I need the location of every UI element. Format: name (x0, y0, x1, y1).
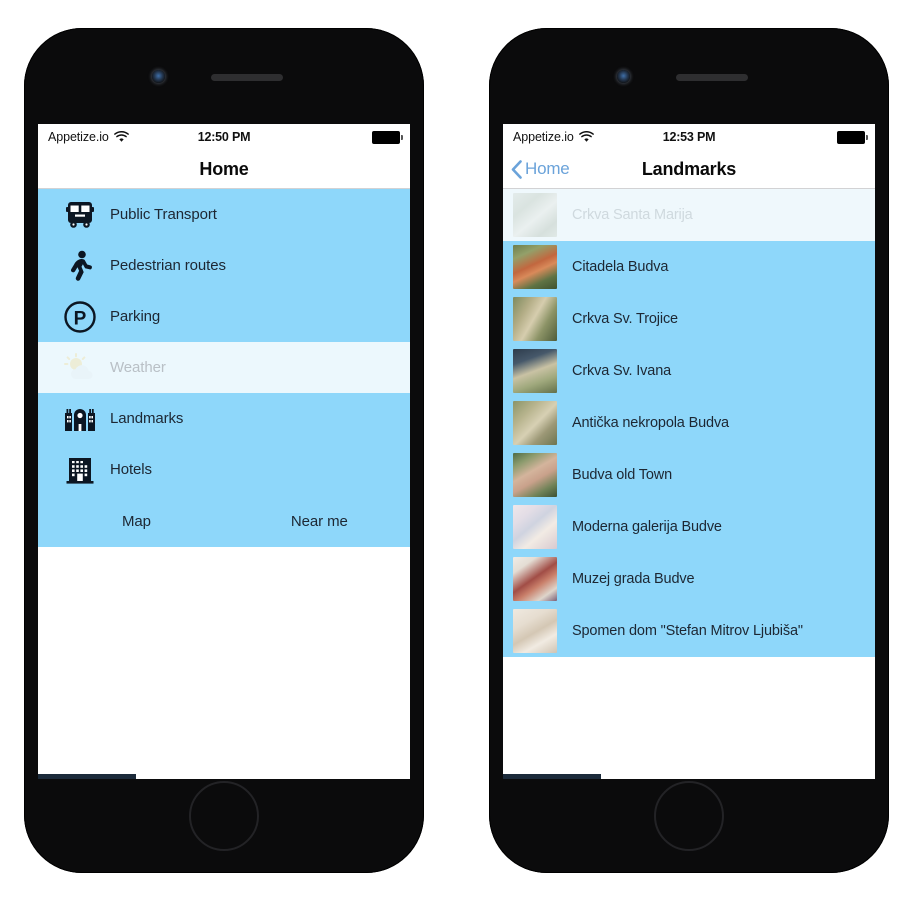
landmark-label: Antička nekropola Budva (572, 415, 729, 431)
menu-item-label: Parking (110, 308, 160, 325)
screen-landmarks: Appetize.io 12:53 PM (503, 124, 875, 779)
back-button[interactable]: Home (511, 159, 570, 179)
back-button-label: Home (525, 159, 570, 179)
landmark-thumbnail (513, 609, 557, 653)
navigation-bar: Home (38, 150, 410, 189)
menu-item-parking[interactable]: P Parking (38, 291, 410, 342)
menu-item-label: Hotels (110, 461, 152, 478)
monument-icon (54, 405, 106, 433)
scroll-indicator (38, 774, 136, 779)
landmark-thumbnail (513, 193, 557, 237)
front-camera-icon (617, 70, 630, 83)
page-title: Home (38, 159, 410, 180)
menu-item-label: Public Transport (110, 206, 217, 223)
battery-icon (372, 131, 400, 144)
map-button[interactable]: Map (122, 513, 151, 530)
earpiece-speaker (676, 74, 748, 81)
front-camera-icon (152, 70, 165, 83)
list-item[interactable]: Crkva Sv. Trojice (503, 293, 875, 345)
near-me-button[interactable]: Near me (291, 513, 348, 530)
carrier-label: Appetize.io (48, 130, 109, 144)
menu-item-label: Pedestrian routes (110, 257, 226, 274)
phone-top-bezel (24, 28, 424, 126)
phone-device-home: Appetize.io 12:50 PM Home (24, 28, 424, 873)
menu-item-pedestrian-routes[interactable]: Pedestrian routes (38, 240, 410, 291)
landmark-label: Muzej grada Budve (572, 571, 694, 587)
landmarks-list: Crkva Santa Marija Citadela Budva Crkva … (503, 189, 875, 657)
landmark-thumbnail (513, 557, 557, 601)
list-item[interactable]: Budva old Town (503, 449, 875, 501)
home-action-row: Map Near me (38, 495, 410, 547)
landmark-label: Spomen dom "Stefan Mitrov Ljubiša" (572, 623, 803, 639)
sun-cloud-icon (54, 353, 106, 383)
landmark-thumbnail (513, 453, 557, 497)
list-item[interactable]: Crkva Santa Marija (503, 189, 875, 241)
earpiece-speaker (211, 74, 283, 81)
landmark-label: Crkva Santa Marija (572, 207, 693, 223)
list-item[interactable]: Spomen dom "Stefan Mitrov Ljubiša" (503, 605, 875, 657)
landmark-thumbnail (513, 245, 557, 289)
list-item[interactable]: Crkva Sv. Ivana (503, 345, 875, 397)
phone-top-bezel (489, 28, 889, 126)
landmark-label: Crkva Sv. Ivana (572, 363, 671, 379)
menu-item-weather[interactable]: Weather (38, 342, 410, 393)
status-bar: Appetize.io 12:53 PM (503, 124, 875, 150)
menu-item-label: Landmarks (110, 410, 183, 427)
landmark-thumbnail (513, 297, 557, 341)
list-item[interactable]: Moderna galerija Budve (503, 501, 875, 553)
landmark-label: Citadela Budva (572, 259, 668, 275)
chevron-left-icon (511, 160, 522, 179)
menu-item-label: Weather (110, 359, 166, 376)
home-menu-list: Public Transport Pedestrian routes (38, 189, 410, 547)
menu-item-hotels[interactable]: Hotels (38, 444, 410, 495)
battery-icon (837, 131, 865, 144)
status-bar-left: Appetize.io (513, 130, 594, 144)
walking-person-icon (54, 250, 106, 282)
landmark-label: Budva old Town (572, 467, 672, 483)
parking-p-icon: P (54, 300, 106, 334)
hotel-building-icon (54, 454, 106, 486)
status-bar-left: Appetize.io (48, 130, 129, 144)
carrier-label: Appetize.io (513, 130, 574, 144)
screen-home: Appetize.io 12:50 PM Home (38, 124, 410, 779)
landmark-thumbnail (513, 401, 557, 445)
landmark-thumbnail (513, 349, 557, 393)
list-item[interactable]: Muzej grada Budve (503, 553, 875, 605)
landmark-label: Moderna galerija Budve (572, 519, 722, 535)
landmark-thumbnail (513, 505, 557, 549)
dual-phone-mockup: Appetize.io 12:50 PM Home (0, 0, 900, 900)
list-item[interactable]: Citadela Budva (503, 241, 875, 293)
scroll-indicator (503, 774, 601, 779)
status-bar-right (837, 131, 865, 144)
bus-icon (54, 200, 106, 230)
landmark-label: Crkva Sv. Trojice (572, 311, 678, 327)
svg-text:P: P (74, 308, 87, 329)
phone-device-landmarks: Appetize.io 12:53 PM (489, 28, 889, 873)
navigation-bar: Home Landmarks (503, 150, 875, 189)
wifi-icon (579, 131, 594, 143)
menu-item-public-transport[interactable]: Public Transport (38, 189, 410, 240)
status-bar: Appetize.io 12:50 PM (38, 124, 410, 150)
home-button[interactable] (654, 781, 724, 851)
menu-item-landmarks[interactable]: Landmarks (38, 393, 410, 444)
wifi-icon (114, 131, 129, 143)
status-bar-right (372, 131, 400, 144)
home-button[interactable] (189, 781, 259, 851)
list-item[interactable]: Antička nekropola Budva (503, 397, 875, 449)
